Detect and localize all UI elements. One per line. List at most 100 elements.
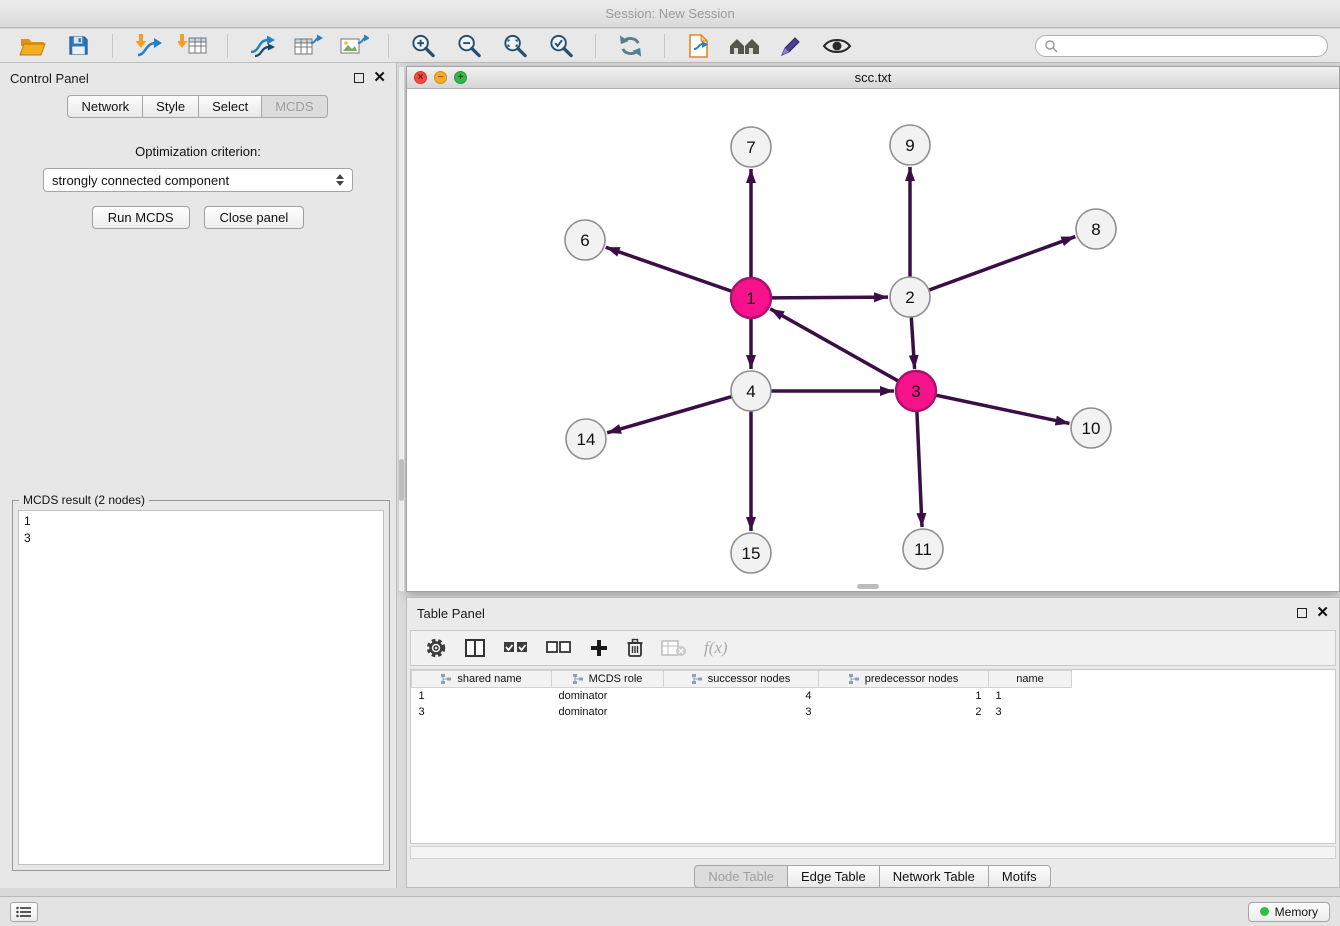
tab-style[interactable]: Style: [142, 95, 199, 118]
node-7[interactable]: 7: [731, 127, 771, 167]
import-network-button[interactable]: [127, 31, 167, 61]
cell-name[interactable]: 1: [989, 688, 1072, 705]
memory-button[interactable]: Memory: [1248, 902, 1330, 922]
tab-select[interactable]: Select: [198, 95, 262, 118]
node-8[interactable]: 8: [1076, 209, 1116, 249]
node-4[interactable]: 4: [731, 371, 771, 411]
home-overview-button[interactable]: [725, 31, 765, 61]
table-horizontal-scrollbar[interactable]: [410, 846, 1336, 859]
tab-network-table[interactable]: Network Table: [879, 865, 989, 888]
node-15[interactable]: 15: [731, 533, 771, 573]
network-vertical-scrollbar[interactable]: [398, 66, 405, 592]
zoom-selected-button[interactable]: [541, 31, 581, 61]
float-panel-icon[interactable]: [1297, 608, 1307, 618]
close-panel-button[interactable]: Close panel: [204, 206, 305, 229]
tab-motifs[interactable]: Motifs: [988, 865, 1051, 888]
refresh-button[interactable]: [610, 31, 650, 61]
cell-shared-name[interactable]: 1: [412, 688, 552, 705]
close-panel-icon[interactable]: ✕: [1316, 608, 1329, 618]
zoom-out-button[interactable]: [449, 31, 489, 61]
column-header-shared-name[interactable]: shared name: [412, 671, 552, 688]
column-header-name[interactable]: name: [989, 671, 1072, 688]
cell-successor-nodes[interactable]: 3: [664, 704, 819, 720]
export-network-button[interactable]: [242, 31, 282, 61]
task-history-button[interactable]: [10, 902, 38, 922]
edge-3-1[interactable]: [770, 309, 898, 381]
delete-table-button[interactable]: [661, 638, 687, 658]
application-window: Session: New Session: [0, 0, 1340, 926]
svg-text:14: 14: [577, 430, 596, 449]
node-9[interactable]: 9: [890, 125, 930, 165]
zoom-fit-button[interactable]: [495, 31, 535, 61]
cell-predecessor-nodes[interactable]: 2: [819, 704, 989, 720]
svg-text:8: 8: [1091, 220, 1100, 239]
network-horizontal-scrollbar[interactable]: [857, 584, 879, 589]
cell-mcds-role[interactable]: dominator: [552, 704, 664, 720]
criterion-dropdown[interactable]: strongly connected component: [43, 168, 353, 192]
cell-name[interactable]: 3: [989, 704, 1072, 720]
run-mcds-button[interactable]: Run MCDS: [92, 206, 190, 229]
show-columns-button[interactable]: [464, 638, 486, 658]
node-2[interactable]: 2: [890, 277, 930, 317]
delete-row-button[interactable]: [626, 638, 644, 658]
window-minimize-icon[interactable]: −: [434, 71, 447, 84]
tab-node-table[interactable]: Node Table: [694, 865, 788, 888]
style-brush-icon: [778, 33, 804, 59]
import-table-button[interactable]: [173, 31, 213, 61]
node-1[interactable]: 1: [731, 278, 771, 318]
column-type-icon: [692, 674, 703, 684]
float-panel-icon[interactable]: [354, 73, 364, 83]
eye-button[interactable]: [817, 31, 857, 61]
cell-shared-name[interactable]: 3: [412, 704, 552, 720]
node-14[interactable]: 14: [566, 419, 606, 459]
edge-1-6[interactable]: [606, 247, 732, 291]
cell-predecessor-nodes[interactable]: 1: [819, 688, 989, 705]
node-11[interactable]: 11: [903, 529, 943, 569]
table-settings-button[interactable]: [425, 637, 447, 659]
deselect-all-icon: [546, 638, 572, 658]
window-zoom-icon[interactable]: +: [454, 71, 467, 84]
function-builder-button[interactable]: f(x): [704, 638, 728, 658]
edge-1-2[interactable]: [771, 297, 888, 298]
column-header-successor-nodes[interactable]: successor nodes: [664, 671, 819, 688]
zoom-in-button[interactable]: [403, 31, 443, 61]
add-row-button[interactable]: [589, 638, 609, 658]
cell-mcds-role[interactable]: dominator: [552, 688, 664, 705]
export-image-button[interactable]: [334, 31, 374, 61]
deselect-all-button[interactable]: [546, 638, 572, 658]
open-session-button[interactable]: [12, 31, 52, 61]
style-brush-button[interactable]: [771, 31, 811, 61]
search-box[interactable]: [1035, 35, 1328, 57]
edge-4-14[interactable]: [607, 397, 732, 433]
window-close-icon[interactable]: ×: [414, 71, 427, 84]
network-canvas[interactable]: 1 2 3 4 6 7 8 9 10 11 14 15: [407, 89, 1339, 591]
mcds-result-text[interactable]: 1 3: [18, 510, 384, 865]
column-header-mcds-role[interactable]: MCDS role: [552, 671, 664, 688]
cell-successor-nodes[interactable]: 4: [664, 688, 819, 705]
node-10[interactable]: 10: [1071, 408, 1111, 448]
column-type-icon: [849, 674, 860, 684]
search-input[interactable]: [1063, 39, 1319, 53]
status-bar: Memory: [0, 896, 1340, 926]
table-row[interactable]: 3 dominator 3 2 3: [412, 704, 1072, 720]
export-document-button[interactable]: [679, 31, 719, 61]
tab-mcds[interactable]: MCDS: [261, 95, 327, 118]
select-all-icon: [503, 638, 529, 658]
column-header-predecessor-nodes[interactable]: predecessor nodes: [819, 671, 989, 688]
close-panel-icon[interactable]: ✕: [373, 73, 386, 83]
window-title: Session: New Session: [605, 6, 734, 21]
node-3[interactable]: 3: [896, 371, 936, 411]
edge-3-10[interactable]: [936, 395, 1070, 423]
edge-2-3[interactable]: [911, 317, 914, 369]
tab-network[interactable]: Network: [67, 95, 143, 118]
save-session-button[interactable]: [58, 31, 98, 61]
export-table-button[interactable]: [288, 31, 328, 61]
tab-edge-table[interactable]: Edge Table: [787, 865, 880, 888]
select-all-button[interactable]: [503, 638, 529, 658]
table-row[interactable]: 1 dominator 4 1 1: [412, 688, 1072, 705]
edge-2-8[interactable]: [929, 237, 1076, 291]
edge-3-11[interactable]: [917, 411, 922, 527]
home-overview-icon: [728, 34, 762, 58]
list-icon: [16, 906, 32, 918]
node-6[interactable]: 6: [565, 220, 605, 260]
